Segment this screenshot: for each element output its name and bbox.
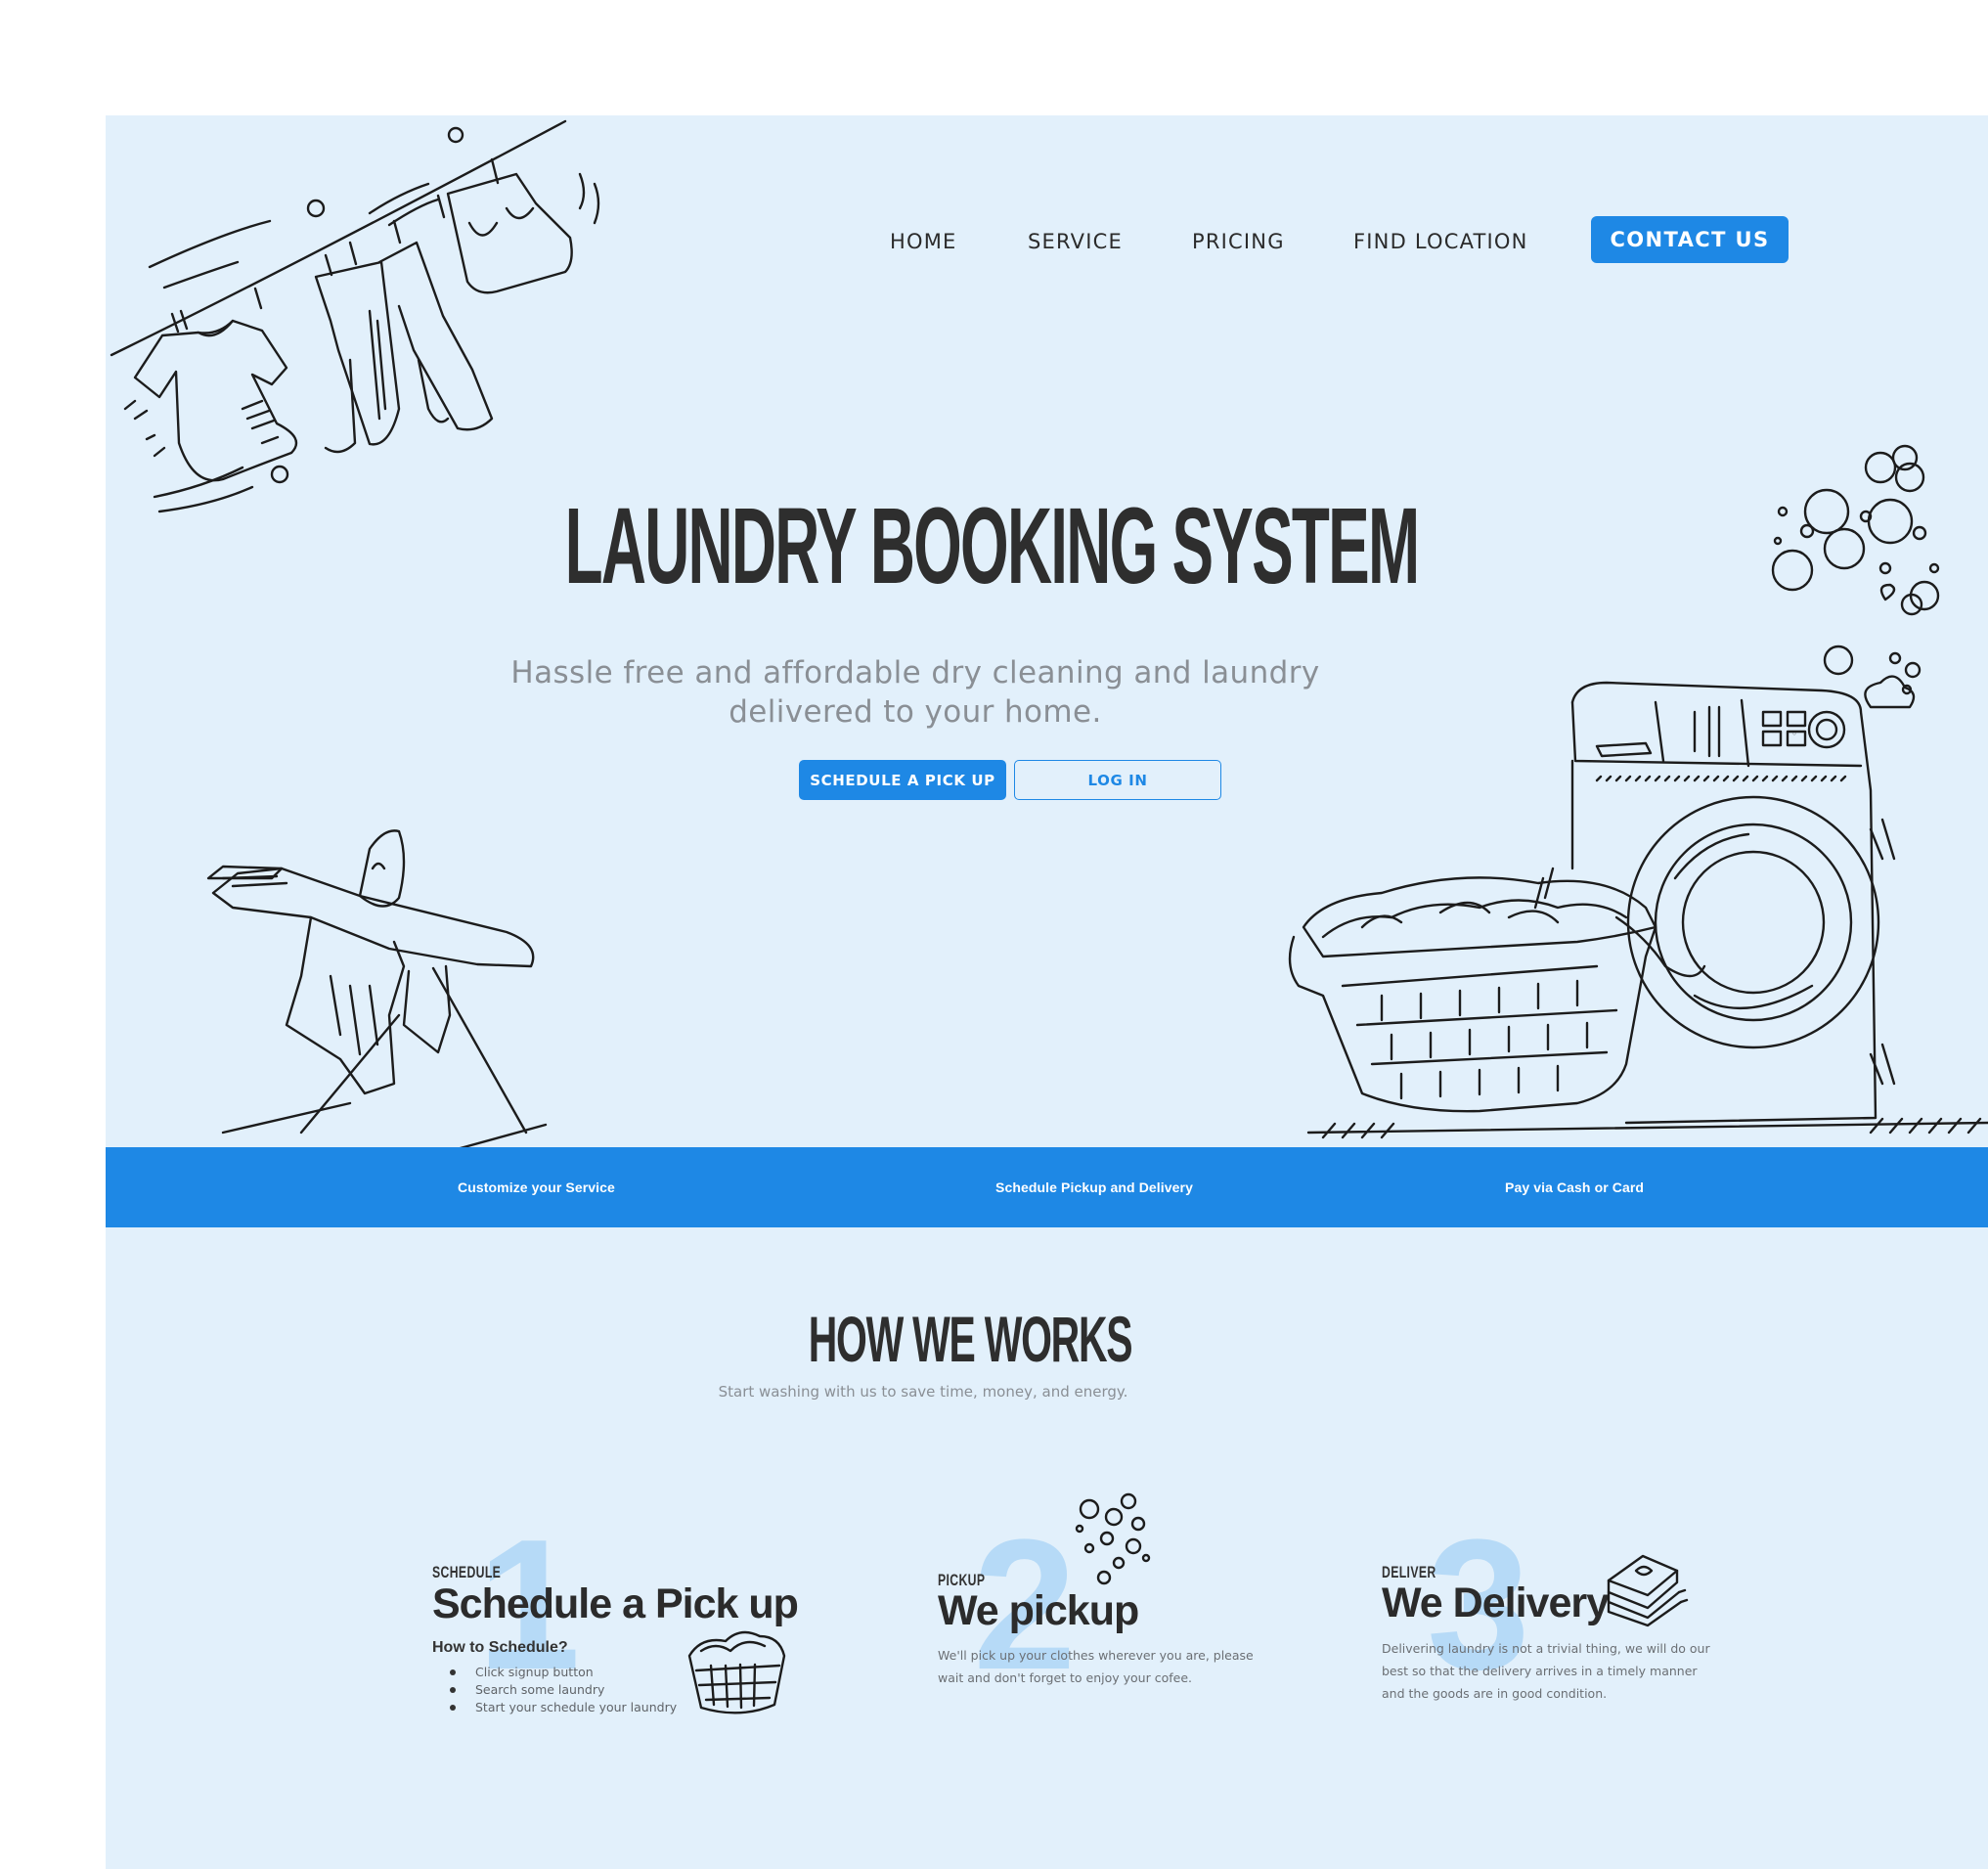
- hero-subtitle-line-2: delivered to your home.: [729, 694, 1102, 730]
- clothesline-illustration: [110, 119, 600, 513]
- hero-subtitle: Hassle free and affordable dry cleaning …: [106, 653, 1725, 732]
- step-description-line: best so that the delivery arrives in a t…: [1382, 1664, 1698, 1678]
- feature-customize: Customize your Service: [458, 1179, 615, 1195]
- step-description-line: wait and don't forget to enjoy your cofe…: [938, 1670, 1192, 1685]
- step-description-line: We'll pick up your clothes wherever you …: [938, 1648, 1254, 1663]
- step-kicker: SCHEDULE: [432, 1563, 502, 1581]
- how-subtitle: Start washing with us to save time, mone…: [718, 1383, 1128, 1401]
- list-item: Search some laundry: [432, 1681, 677, 1699]
- nav-home[interactable]: HOME: [890, 230, 957, 253]
- schedule-pickup-button[interactable]: SCHEDULE A PICK UP: [799, 760, 1006, 800]
- step-heading: We pickup: [938, 1587, 1139, 1634]
- login-button[interactable]: LOG IN: [1014, 760, 1221, 800]
- step-delivery: 3 DELIVER We Delivery Delivering laundry…: [1382, 1494, 1773, 1807]
- folded-clothes-icon: [1607, 1554, 1689, 1627]
- step-pickup: 2 PICKUP We pickup We'll pick up your cl…: [938, 1485, 1329, 1798]
- list-item: Start your schedule your laundry: [432, 1699, 677, 1716]
- laundry-basket-icon: [687, 1630, 786, 1714]
- hero-subtitle-line-1: Hassle free and affordable dry cleaning …: [510, 655, 1320, 690]
- how-to-label: How to Schedule?: [432, 1639, 568, 1656]
- how-title: HOW WE WORKS: [808, 1303, 1133, 1375]
- ironing-board-illustration: [206, 829, 548, 1159]
- nav-pricing[interactable]: PRICING: [1192, 230, 1285, 253]
- feature-schedule: Schedule Pickup and Delivery: [995, 1179, 1193, 1195]
- contact-us-button[interactable]: CONTACT US: [1591, 216, 1789, 263]
- feature-payment: Pay via Cash or Card: [1505, 1179, 1645, 1195]
- nav-find-location[interactable]: FIND LOCATION: [1353, 230, 1528, 253]
- list-item: Click signup button: [432, 1664, 677, 1681]
- features-band: Customize your Service Schedule Pickup a…: [106, 1147, 1988, 1227]
- main-nav: HOME SERVICE PRICING FIND LOCATION CONTA…: [106, 216, 1988, 263]
- washing-machine-illustration: [1288, 681, 1988, 1139]
- nav-service[interactable]: SERVICE: [1028, 230, 1123, 253]
- step-description-line: and the goods are in good condition.: [1382, 1686, 1608, 1701]
- step-description: We'll pick up your clothes wherever you …: [938, 1644, 1254, 1689]
- hero-title: LAUNDRY BOOKING SYSTEM: [564, 486, 1420, 606]
- step-schedule: 1 SCHEDULE Schedule a Pick up How to Sch…: [432, 1504, 921, 1798]
- bubbles-icon: [1075, 1492, 1151, 1585]
- step-description-line: Delivering laundry is not a trivial thin…: [1382, 1641, 1710, 1656]
- step-bullets: Click signup button Search some laundry …: [432, 1664, 677, 1716]
- step-heading: We Delivery: [1382, 1580, 1610, 1626]
- page: HOME SERVICE PRICING FIND LOCATION CONTA…: [106, 115, 1988, 1869]
- step-description: Delivering laundry is not a trivial thin…: [1382, 1637, 1710, 1705]
